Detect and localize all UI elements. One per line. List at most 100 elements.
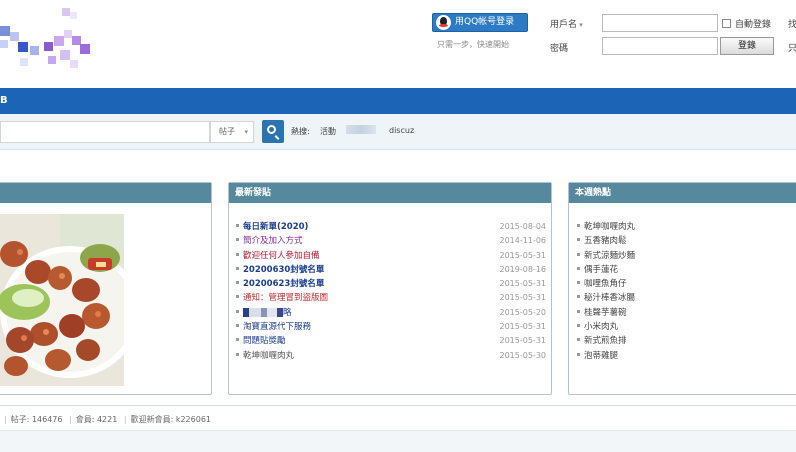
search-input[interactable] <box>0 121 210 143</box>
newest-post-title[interactable]: 問題貼獎勵 <box>243 336 286 346</box>
login-button[interactable]: 登錄 <box>720 37 774 55</box>
newest-post-title[interactable]: 簡介及加入方式 <box>243 236 303 246</box>
hot-search-link[interactable]: 活動 <box>320 126 336 137</box>
bullet-icon <box>577 309 580 313</box>
hot-post-row[interactable]: 泡蒂雞腿 <box>577 349 792 363</box>
bullet-icon <box>577 252 580 256</box>
newest-post-date: 2015-05-31 <box>499 322 547 332</box>
newest-post-title[interactable]: 淘寶直源代下服務 <box>243 322 311 332</box>
auto-login-checkbox[interactable] <box>722 19 731 28</box>
forum-stats: | 帖子: 146476 | 會員: 4221 | 歡迎新會員: k226061 <box>0 412 211 428</box>
newest-post-title-text: 略 <box>283 307 292 318</box>
stats-posts: 帖子: 146476 <box>10 415 63 424</box>
hot-post-title[interactable]: 乾坤咖喱肉丸 <box>584 222 635 232</box>
bullet-icon <box>577 338 580 342</box>
newest-post-date: 2015-05-30 <box>499 350 547 360</box>
newest-post-date: 2015-08-04 <box>499 222 547 231</box>
stats-members: 會員: 4221 <box>75 415 118 424</box>
bullet-icon <box>577 281 580 285</box>
search-button[interactable] <box>262 120 284 143</box>
bullet-icon <box>236 338 239 342</box>
stats-newest-member[interactable]: 歡迎新會員: k226061 <box>131 415 211 424</box>
newest-post-row[interactable]: 20200623封號名單 2015-05-31 <box>236 277 546 291</box>
hot-post-title[interactable]: 偶手蓮花 <box>584 265 618 275</box>
hot-post-title[interactable]: 泡蒂雞腿 <box>584 351 618 361</box>
site-logo[interactable] <box>0 6 100 68</box>
qq-login-label: 用QQ帐号登录 <box>455 17 515 27</box>
newest-post-title[interactable]: 20200630封號名單 <box>243 265 324 275</box>
hot-post-row[interactable]: 五香豬肉鬆 <box>577 234 792 248</box>
search-icon <box>267 125 276 134</box>
footer-band <box>0 430 796 452</box>
bullet-icon <box>577 352 580 356</box>
newest-post-row[interactable]: 歡迎任何人參加自備 2015-05-31 <box>236 249 546 263</box>
hot-post-title[interactable]: 新式涼麵炒麵 <box>584 251 635 261</box>
hot-post-row[interactable]: 桂聲芋薯碗 <box>577 306 792 320</box>
newest-post-title[interactable]: 通知：管理冒到盜版圖 <box>243 293 328 303</box>
bullet-icon <box>236 252 239 256</box>
hot-post-row[interactable]: 乾坤咖喱肉丸 <box>577 220 792 234</box>
hot-post-row[interactable]: 咖哩魚角仔 <box>577 277 792 291</box>
hot-post-title[interactable]: 小米肉丸 <box>584 322 618 332</box>
forum-page: 用QQ帐号登录 只需一步，快速開始 用戶名 自動登錄 找 密碼 登錄 只 B 帖… <box>0 0 796 452</box>
footer-divider <box>0 405 796 406</box>
password-label: 密碼 <box>550 44 569 54</box>
newest-post-title[interactable]: 20200623封號名單 <box>243 279 324 289</box>
hot-post-row[interactable]: 偶手蓮花 <box>577 263 792 277</box>
stats-separator: | <box>4 415 7 424</box>
newest-post-row[interactable]: 20200630封號名單 2019-08-16 <box>236 263 546 277</box>
bullet-icon <box>577 266 580 270</box>
hot-search-link[interactable]: discuz <box>389 126 414 135</box>
username-input[interactable] <box>602 14 718 32</box>
hot-search-label: 熱搜: <box>291 127 310 136</box>
newest-post-row[interactable]: 淘寶直源代下服務 2015-05-31 <box>236 320 546 334</box>
newest-post-row[interactable]: 每日新單(2020) 2015-08-04 <box>236 220 546 234</box>
newest-post-date: 2015-05-31 <box>499 250 547 260</box>
bullet-icon <box>236 295 239 299</box>
quick-register-link[interactable]: 只 <box>788 41 796 54</box>
newest-post-date: 2015-05-31 <box>499 279 547 289</box>
hot-post-title[interactable]: 咖哩魚角仔 <box>584 279 627 289</box>
newest-post-title[interactable]: 略 <box>243 307 292 318</box>
hot-post-title[interactable]: 新式煎魚排 <box>584 336 627 346</box>
slideshow-header <box>0 183 211 203</box>
hot-post-row[interactable]: 秘汁棒香冰腸 <box>577 291 792 305</box>
hot-post-title[interactable]: 桂聲芋薯碗 <box>584 308 627 318</box>
bullet-icon <box>577 295 580 299</box>
hot-post-title[interactable]: 五香豬肉鬆 <box>584 236 627 246</box>
bullet-icon <box>236 224 239 227</box>
newest-post-row[interactable]: 通知：管理冒到盜版圖 2015-05-31 <box>236 291 546 305</box>
password-input[interactable] <box>602 37 718 55</box>
newest-post-row[interactable]: 簡介及加入方式 2014-11-06 <box>236 234 546 248</box>
newest-post-date: 2014-11-06 <box>499 236 547 246</box>
username-type-dropdown[interactable]: 用戶名 <box>550 17 583 30</box>
auto-login-label: 自動登錄 <box>735 20 772 30</box>
newest-post-title[interactable]: 歡迎任何人參加自備 <box>243 251 320 261</box>
slideshow-image[interactable] <box>0 214 124 386</box>
hot-post-row[interactable]: 新式煎魚排 <box>577 334 792 348</box>
hot-post-title[interactable]: 秘汁棒香冰腸 <box>584 293 635 303</box>
main-nav-bar: B <box>0 88 796 114</box>
newest-post-date: 2015-05-20 <box>499 307 547 317</box>
search-bar: 帖子 熱搜: 活動 discuz <box>0 114 796 150</box>
qq-penguin-icon <box>436 15 451 30</box>
blurred-title-block <box>243 307 283 317</box>
hot-post-row[interactable]: 新式涼麵炒麵 <box>577 249 792 263</box>
newest-post-row[interactable]: 問題貼獎勵 2015-05-31 <box>236 334 546 348</box>
newest-post-row[interactable]: 乾坤咖喱肉丸 2015-05-30 <box>236 349 546 363</box>
food-dish-illustration <box>0 214 124 386</box>
newest-post-date: 2019-08-16 <box>499 264 547 274</box>
newest-post-title[interactable]: 乾坤咖喱肉丸 <box>243 351 294 361</box>
nav-item-home[interactable]: B <box>0 95 8 106</box>
bullet-icon <box>236 309 239 313</box>
newest-post-row[interactable]: 略 2015-05-20 <box>236 306 546 320</box>
search-type-select[interactable]: 帖子 <box>210 121 254 143</box>
weekly-hot-title: 本週熱點 <box>569 183 796 203</box>
hot-post-row[interactable]: 小米肉丸 <box>577 320 792 334</box>
bullet-icon <box>236 324 239 328</box>
qq-login-tip: 只需一步，快速開始 <box>437 40 509 49</box>
newest-post-title[interactable]: 每日新單(2020) <box>243 222 308 232</box>
find-password-link[interactable]: 找 <box>788 17 796 30</box>
qq-login-button[interactable]: 用QQ帐号登录 <box>432 13 528 32</box>
newest-post-date: 2015-05-31 <box>499 293 547 303</box>
